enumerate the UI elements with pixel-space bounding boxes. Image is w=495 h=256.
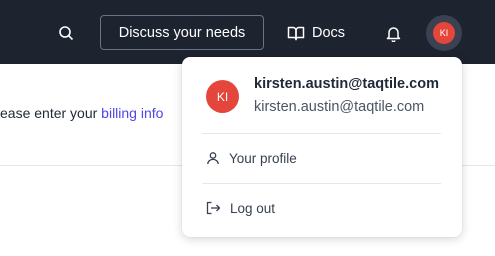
user-email: kirsten.austin@taqtile.com	[254, 99, 425, 115]
notifications-button[interactable]	[379, 20, 407, 46]
dropdown-divider	[202, 133, 441, 134]
menu-item-label: Your profile	[229, 150, 297, 166]
book-open-icon	[287, 25, 305, 41]
top-navigation-bar: Discuss your needs Docs KI	[0, 0, 495, 64]
dropdown-avatar: KI	[206, 80, 239, 113]
docs-link[interactable]: Docs	[287, 15, 345, 50]
search-icon	[58, 25, 74, 41]
bell-icon	[386, 25, 401, 42]
logout-icon	[206, 201, 221, 215]
user-dropdown-menu: KI kirsten.austin@taqtile.com kirsten.au…	[182, 57, 462, 237]
search-button[interactable]	[52, 20, 80, 46]
menu-item-your-profile[interactable]: Your profile	[202, 143, 441, 173]
dropdown-divider	[202, 183, 441, 184]
avatar: KI	[433, 22, 455, 44]
discuss-button-label: Discuss your needs	[118, 24, 246, 41]
billing-notice-text: ease enter your	[0, 105, 102, 121]
user-menu-button[interactable]: KI	[426, 15, 462, 51]
discuss-your-needs-button[interactable]: Discuss your needs	[100, 15, 264, 50]
docs-label: Docs	[312, 24, 346, 41]
user-icon	[206, 151, 220, 165]
billing-info-link[interactable]: billing info	[101, 105, 163, 121]
menu-item-log-out[interactable]: Log out	[202, 193, 441, 223]
billing-notice: ease enter your billing info	[0, 105, 163, 121]
user-name: kirsten.austin@taqtile.com	[254, 76, 439, 92]
menu-item-label: Log out	[230, 200, 276, 216]
